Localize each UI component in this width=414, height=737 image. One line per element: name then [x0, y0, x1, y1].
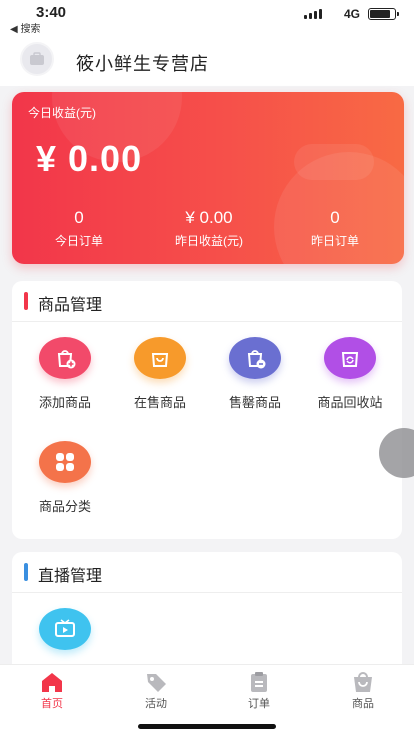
tab-activity[interactable]: 活动	[116, 671, 196, 711]
live-stream-button[interactable]	[20, 608, 110, 650]
sold-out-products-button[interactable]: 售罄商品	[210, 337, 300, 411]
tab-label: 活动	[145, 698, 167, 710]
section-accent-bar	[24, 292, 28, 310]
earnings-card: 今日收益(元) ¥ 0.00 0 今日订单 ¥ 0.00 昨日收益(元) 0 昨…	[12, 92, 404, 264]
stat-today-orders[interactable]: 0 今日订单	[24, 208, 134, 249]
shop-name: 筱小鲜生专营店	[76, 54, 209, 74]
live-management-panel: 直播管理	[12, 552, 402, 682]
stat-yesterday-orders[interactable]: 0 昨日订单	[280, 208, 390, 249]
shop-logo-icon	[30, 52, 44, 65]
tab-orders[interactable]: 订单	[219, 671, 299, 711]
tag-icon	[116, 671, 196, 693]
stat-value: 0	[74, 208, 84, 227]
tab-home[interactable]: 首页	[12, 671, 92, 711]
stat-label: 昨日收益(元)	[175, 234, 243, 248]
tab-label: 首页	[41, 698, 63, 710]
home-icon	[12, 671, 92, 693]
clipboard-icon	[219, 671, 299, 693]
status-bar: 3:40 ◀ 搜索 4G	[0, 0, 414, 35]
func-label: 在售商品	[133, 395, 186, 410]
goods-panel-title: 商品管理	[38, 297, 103, 314]
back-to-search-link[interactable]: ◀ 搜索	[10, 20, 40, 35]
goods-management-panel: 商品管理 添加商品 在售商品 售罄商品 商品回收站 商品分类	[12, 281, 402, 539]
tab-label: 订单	[248, 698, 270, 710]
stat-value: ¥ 0.00	[185, 208, 233, 227]
category-icon	[39, 441, 91, 483]
earnings-title: 今日收益(元)	[28, 106, 96, 120]
battery-icon	[368, 8, 399, 20]
stat-label: 昨日订单	[310, 234, 359, 248]
bag-icon	[134, 337, 186, 379]
bag-plus-icon	[39, 337, 91, 379]
func-label: 售罄商品	[228, 395, 281, 410]
live-panel-title: 直播管理	[38, 568, 103, 585]
tab-label: 商品	[352, 698, 374, 710]
bag-sold-out-icon	[229, 337, 281, 379]
battery-level	[370, 10, 391, 18]
network-type: 4G	[343, 7, 360, 21]
shop-header: 筱小鲜生专营店	[0, 34, 414, 86]
shop-bag-icon	[323, 671, 403, 693]
section-accent-bar	[24, 563, 28, 581]
status-time: 3:40	[36, 4, 67, 21]
bag-recycle-icon	[324, 337, 376, 379]
product-recycle-bin-button[interactable]: 商品回收站	[305, 337, 395, 411]
tab-products[interactable]: 商品	[323, 671, 403, 711]
stat-value: 0	[330, 208, 340, 227]
signal-icon	[304, 9, 322, 19]
func-label: 商品回收站	[317, 395, 383, 410]
on-sale-products-button[interactable]: 在售商品	[115, 337, 205, 411]
add-product-button[interactable]: 添加商品	[20, 337, 110, 411]
func-label: 添加商品	[38, 395, 91, 410]
earnings-amount: ¥ 0.00	[36, 138, 143, 179]
home-indicator	[138, 724, 276, 729]
tv-play-icon	[39, 608, 91, 650]
product-category-button[interactable]: 商品分类	[20, 441, 110, 515]
shop-avatar[interactable]	[20, 42, 54, 76]
stat-yesterday-earnings[interactable]: ¥ 0.00 昨日收益(元)	[154, 208, 264, 249]
stat-label: 今日订单	[54, 234, 103, 248]
func-label: 商品分类	[38, 499, 91, 514]
